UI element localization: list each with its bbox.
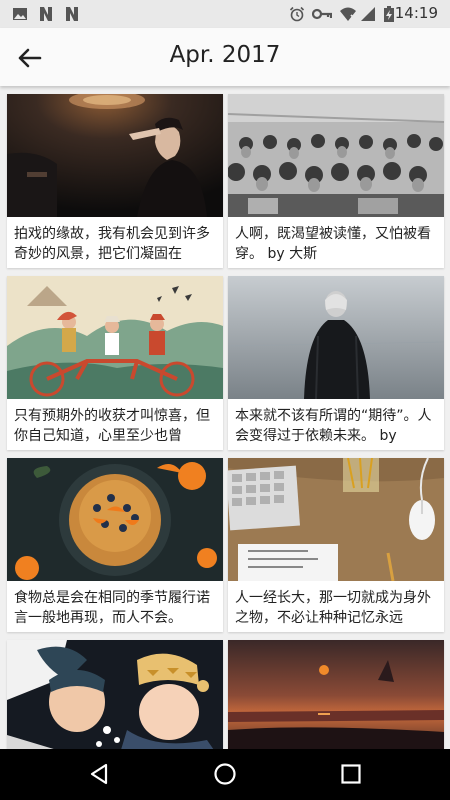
page-title: Apr. 2017 <box>169 42 281 68</box>
pancakes-with-oranges-photo <box>7 458 223 581</box>
signal-icon <box>361 7 375 21</box>
back-triangle-icon[interactable] <box>87 762 111 786</box>
woman-in-dark-theater-photo <box>7 94 223 217</box>
navigation-bar <box>0 749 450 800</box>
wifi-icon <box>340 7 357 21</box>
alarm-icon <box>289 6 305 22</box>
article-card[interactable]: 本来就不该有所谓的“期待”。人会变得过于依赖未来。 by <box>228 276 444 450</box>
article-card[interactable]: 拍戏的缘故，我有机会见到许多奇妙的风景，把它们凝固在 <box>7 94 223 268</box>
n-app-icon <box>66 7 78 21</box>
tandem-bicycle-illustration <box>7 276 223 399</box>
app-bar: Apr. 2017 <box>0 28 450 86</box>
couple-winter-illustration <box>7 640 223 749</box>
image-icon <box>13 8 27 20</box>
key-icon <box>312 8 332 20</box>
desk-keyboard-mouse-photo <box>228 458 444 581</box>
card-caption: 人一经长大，那一切就成为身外之物，不必让种种记忆永远 <box>235 590 431 626</box>
card-caption: 人啊，既渴望被读懂，又怕被看穿。 by 大斯 <box>235 226 431 262</box>
article-card[interactable]: 食物总是会在相同的季节履行诺言一般地再现，而人不会。 <box>7 458 223 632</box>
home-circle-icon[interactable] <box>213 762 237 786</box>
vintage-crowd-photo <box>228 94 444 217</box>
article-card[interactable]: 只有预期外的收获才叫惊喜，但你自己知道，心里至少也曾 <box>7 276 223 450</box>
article-grid: 拍戏的缘故，我有机会见到许多奇妙的风景，把它们凝固在 人啊，既渴望被读懂，又怕被… <box>0 86 450 749</box>
article-card[interactable] <box>228 640 444 749</box>
card-caption: 只有预期外的收获才叫惊喜，但你自己知道，心里至少也曾 <box>14 408 210 444</box>
article-card[interactable]: 人啊，既渴望被读懂，又怕被看穿。 by 大斯 <box>228 94 444 268</box>
battery-charging-icon <box>384 6 394 22</box>
sunset-landscape-painting <box>228 640 444 749</box>
clock-time: 14:19 <box>394 4 438 22</box>
article-card[interactable]: 人一经长大，那一切就成为身外之物，不必让种种记忆永远 <box>228 458 444 632</box>
article-card[interactable] <box>7 640 223 749</box>
status-bar: 14:19 <box>0 0 450 28</box>
recents-square-icon[interactable] <box>339 762 363 786</box>
card-caption: 本来就不该有所谓的“期待”。人会变得过于依赖未来。 by <box>235 408 432 444</box>
card-caption: 拍戏的缘故，我有机会见到许多奇妙的风景，把它们凝固在 <box>14 226 210 262</box>
person-facing-foggy-sea-photo <box>228 276 444 399</box>
n-app-icon <box>40 7 52 21</box>
card-caption: 食物总是会在相同的季节履行诺言一般地再现，而人不会。 <box>14 590 210 626</box>
